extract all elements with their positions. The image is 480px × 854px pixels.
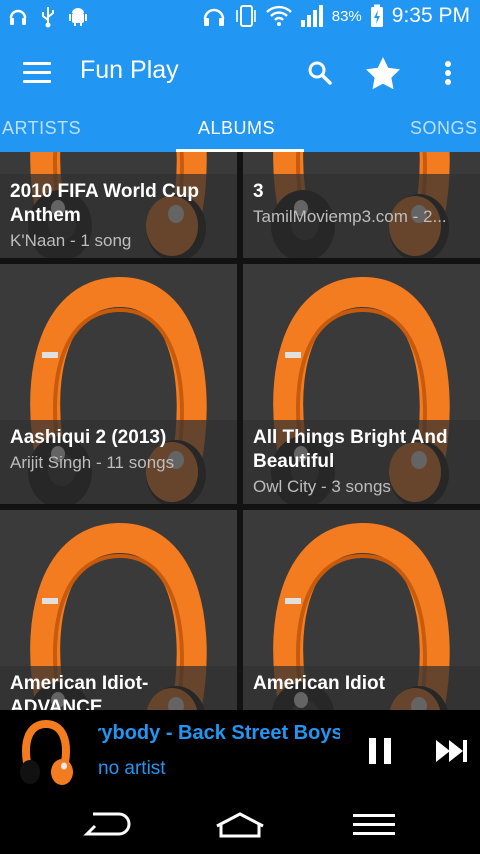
android-debug-icon [68,6,88,28]
now-playing-bar[interactable]: Everybody - Back Street Boys no artist [0,710,480,796]
tab-bar: ARTISTS ALBUMS SONGS [0,108,480,153]
clock: 9:35 PM [391,4,470,27]
system-nav-bar [0,796,480,854]
home-icon[interactable] [212,808,268,842]
album-grid[interactable]: 2010 FIFA World Cup Anthem K'Naan - 1 son… [0,152,480,710]
album-title: American Idiot [253,673,385,694]
vibrate-icon [234,4,258,28]
album-subtitle: TamilMoviemp3.com - 2... [253,207,447,226]
album-title: All Things Bright And Beautiful [253,427,448,472]
headphones-icon [202,5,226,27]
tab-songs[interactable]: SONGS [410,118,478,139]
album-card[interactable]: American Idiot [243,510,480,710]
more-vert-icon[interactable] [428,54,468,92]
album-title: 2010 FIFA World Cup Anthem [10,181,199,226]
headset-notification-icon [8,6,28,28]
album-card[interactable]: Aashiqui 2 (2013) Arijit Singh - 11 songs [0,264,237,504]
recent-apps-icon[interactable] [346,808,402,842]
album-card[interactable]: American Idiot-ADVANCE [0,510,237,710]
album-subtitle: K'Naan - 1 song [10,231,132,250]
menu-icon[interactable] [20,58,54,86]
album-card[interactable]: 3 TamilMoviemp3.com - 2... [243,152,480,258]
tab-albums[interactable]: ALBUMS [198,118,275,139]
album-subtitle: Owl City - 3 songs [253,477,391,496]
wifi-icon [265,5,292,27]
app-title: Fun Play [80,56,179,84]
album-title: 3 [253,181,264,202]
star-icon[interactable] [363,54,403,92]
app-bar: Fun Play [0,36,480,108]
album-subtitle: Arijit Singh - 11 songs [10,453,175,472]
pause-icon[interactable] [365,736,395,766]
battery-charging-icon [370,4,384,28]
album-title: Aashiqui 2 (2013) [10,427,167,448]
skip-next-icon[interactable] [434,738,470,764]
now-playing-artist: no artist [98,758,166,779]
album-card[interactable]: 2010 FIFA World Cup Anthem K'Naan - 1 son… [0,152,237,258]
album-title: American Idiot-ADVANCE [10,673,149,710]
status-bar: 83% 9:35 PM [0,0,480,36]
tab-artists[interactable]: ARTISTS [2,118,81,139]
battery-percent: 83% [331,7,362,25]
back-icon[interactable] [78,808,134,842]
now-playing-art-icon[interactable] [18,718,74,788]
album-card[interactable]: All Things Bright And Beautiful Owl City … [243,264,480,504]
now-playing-title[interactable]: Everybody - Back Street Boys [98,722,340,745]
signal-icon [300,4,324,28]
usb-icon [38,6,58,28]
search-icon[interactable] [300,54,340,92]
